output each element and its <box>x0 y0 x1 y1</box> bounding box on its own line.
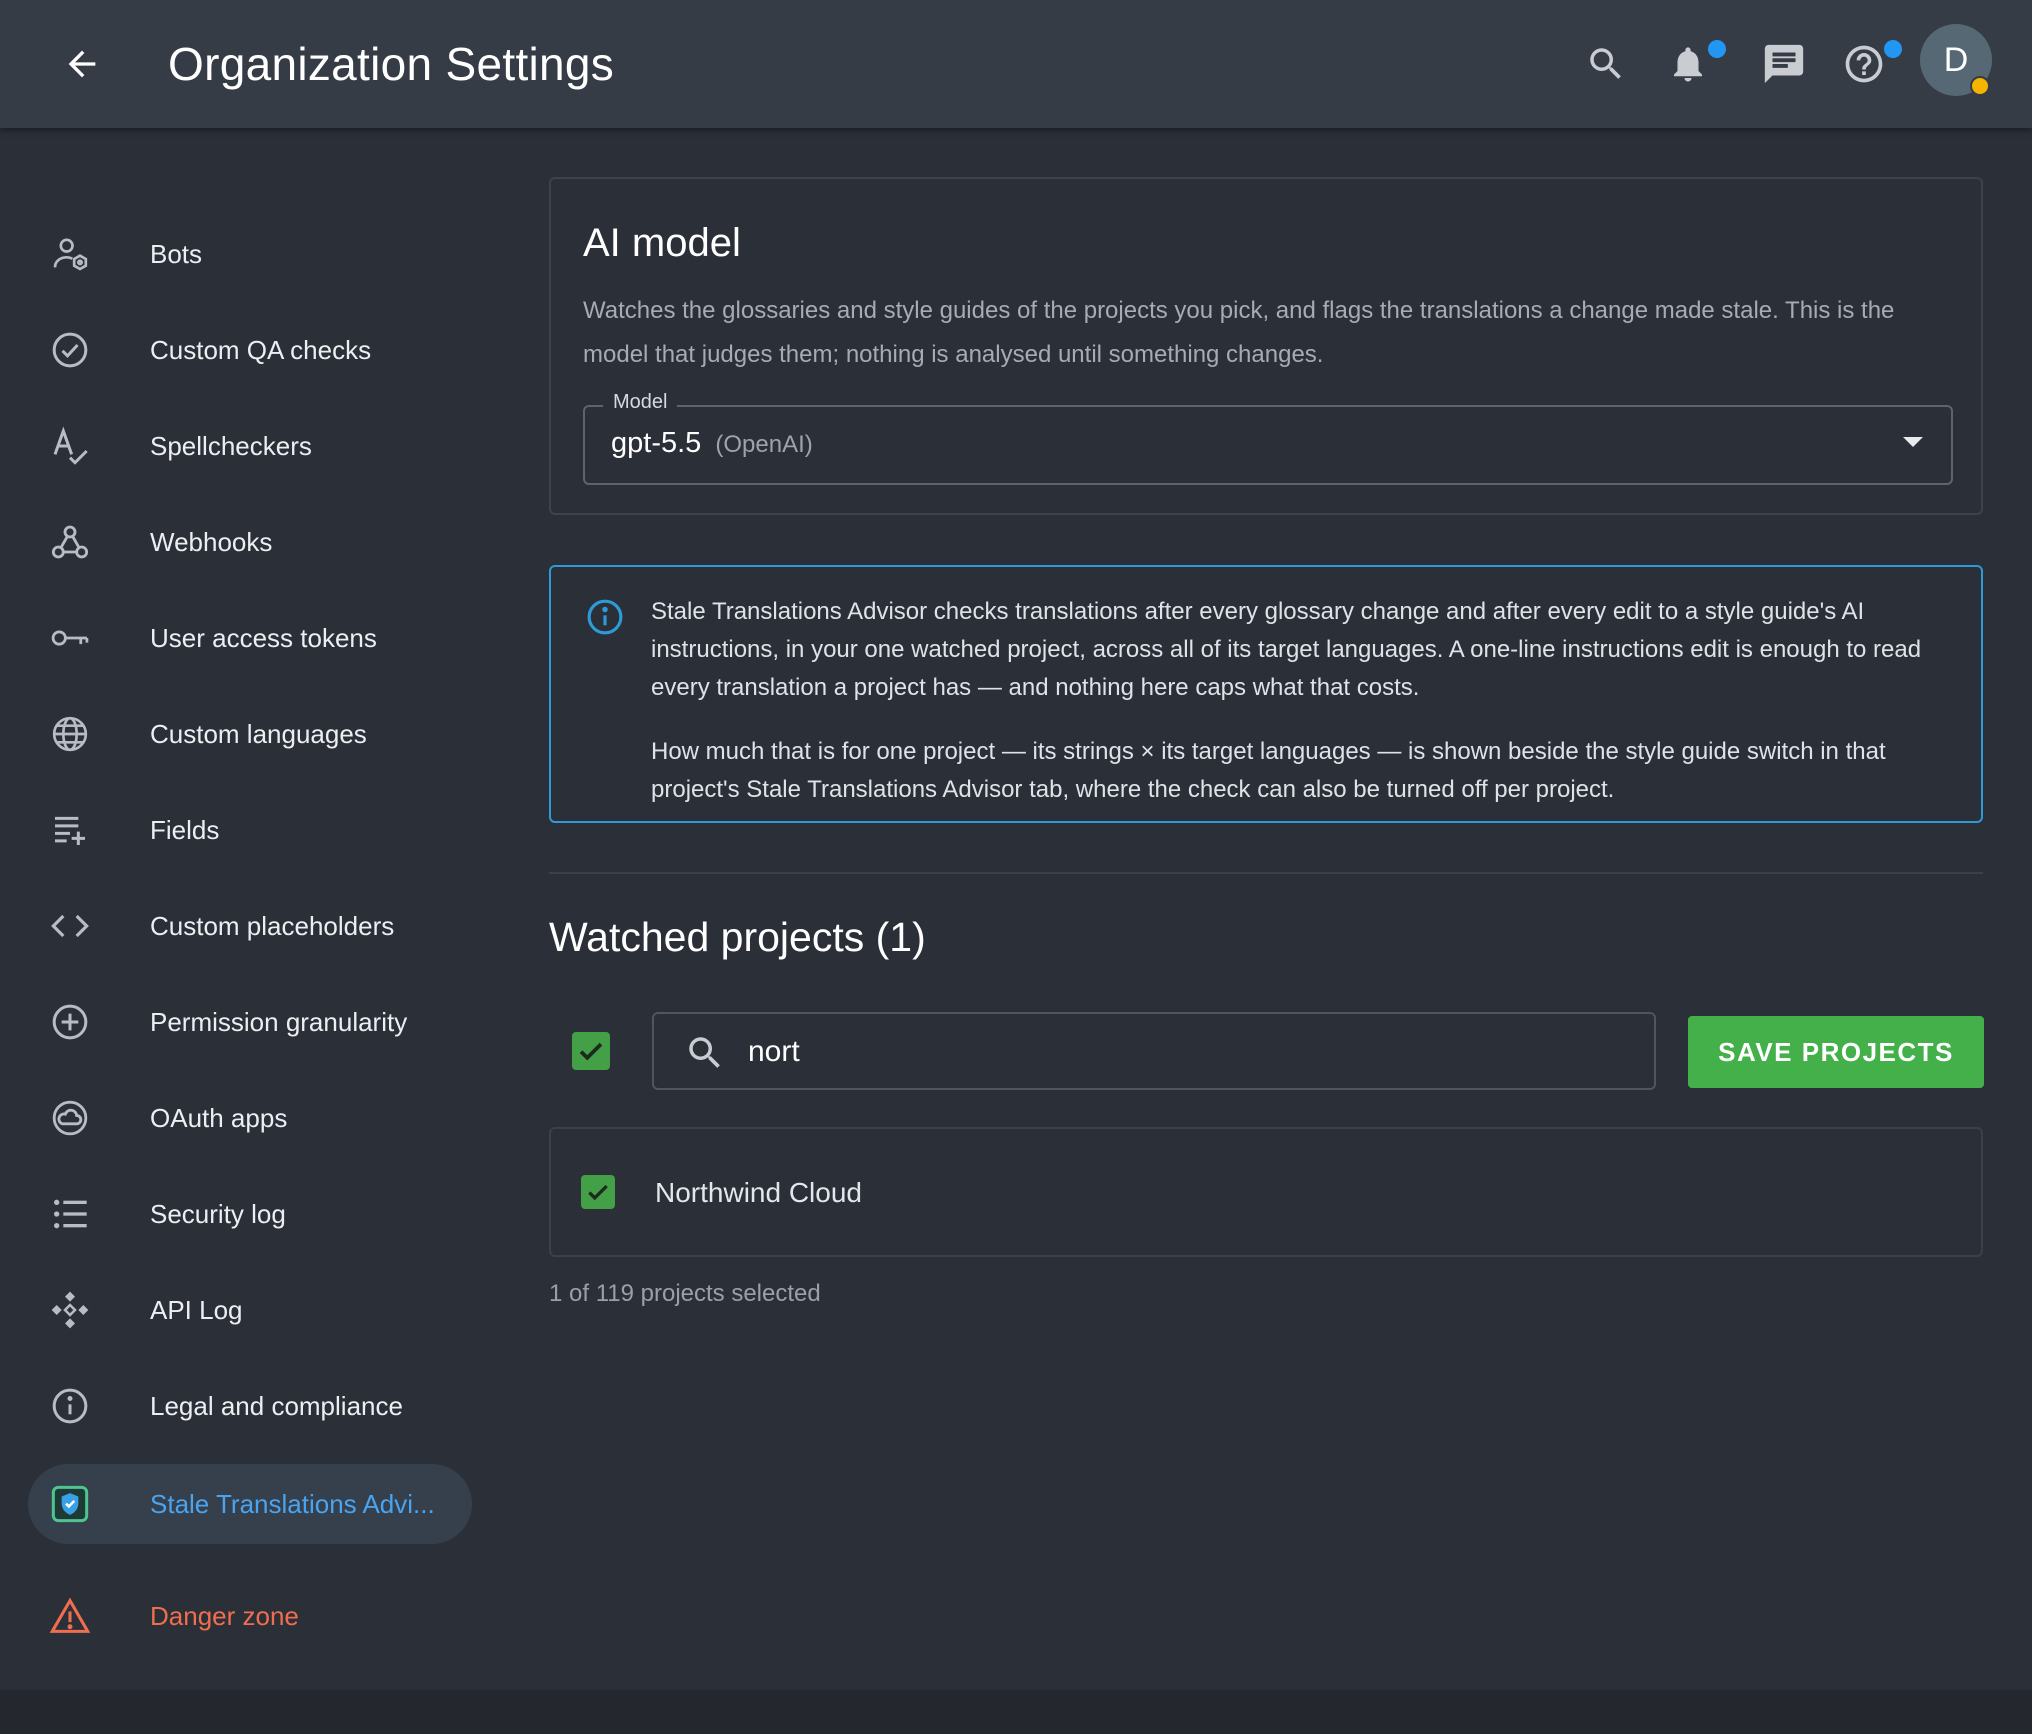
chat-icon <box>1764 44 1804 84</box>
list-icon <box>50 1194 90 1234</box>
api-icon <box>50 1290 90 1330</box>
sidebar-item-label: API Log <box>150 1294 243 1325</box>
app-header: Organization Settings D <box>0 0 2032 128</box>
bottom-bar <box>0 1690 2032 1734</box>
back-button[interactable] <box>52 34 112 94</box>
help-badge <box>1884 40 1902 58</box>
sidebar-item-label: Danger zone <box>150 1600 299 1631</box>
spellcheck-icon <box>50 426 90 466</box>
sidebar-item-label: OAuth apps <box>150 1102 288 1133</box>
webhook-icon <box>50 522 90 562</box>
sidebar-item-label: Bots <box>150 238 203 269</box>
avatar-status-dot <box>1970 76 1990 96</box>
list-item[interactable]: Northwind Cloud <box>551 1129 1981 1255</box>
sidebar-item-label: Fields <box>150 814 220 845</box>
model-name: gpt-5.5 <box>611 427 702 459</box>
warning-icon <box>50 1596 90 1636</box>
page-title: Organization Settings <box>168 38 615 90</box>
help-icon <box>1845 45 1883 83</box>
project-search-field[interactable] <box>652 1012 1656 1090</box>
notification-badge <box>1708 40 1726 58</box>
sidebar-item-oauth-apps[interactable]: OAuth apps <box>28 1078 472 1158</box>
info-paragraph-1: Stale Translations Advisor checks transl… <box>651 598 1922 701</box>
check-icon <box>588 1184 608 1201</box>
save-projects-button[interactable]: SAVE PROJECTS <box>1688 1016 1984 1088</box>
project-name: Northwind Cloud <box>655 1177 862 1208</box>
selection-count: 1 of 119 projects selected <box>549 1280 821 1307</box>
model-vendor: (OpenAI) <box>715 431 813 458</box>
chevron-down-icon <box>1903 437 1923 447</box>
model-select[interactable]: Model gpt-5.5 (OpenAI) <box>583 391 1953 485</box>
bot-icon <box>50 234 90 274</box>
messages-button[interactable] <box>1754 34 1814 94</box>
sidebar-item-label: Custom placeholders <box>150 910 395 941</box>
globe-icon <box>50 714 90 754</box>
cloud-circle-icon <box>50 1098 90 1138</box>
section-divider <box>549 872 1983 874</box>
bell-icon <box>1674 47 1702 82</box>
sidebar-item-label: Custom languages <box>150 718 367 749</box>
search-icon <box>689 1037 720 1068</box>
sidebar-item-spellcheckers[interactable]: Spellcheckers <box>28 406 472 486</box>
sidebar-item-label: Spellcheckers <box>150 430 312 461</box>
code-icon <box>50 906 90 946</box>
model-select-value: gpt-5.5 (OpenAI) <box>611 427 813 460</box>
sidebar-item-webhooks[interactable]: Webhooks <box>28 502 472 582</box>
check-icon <box>579 1042 603 1061</box>
sidebar-item-fields[interactable]: Fields <box>28 790 472 870</box>
sidebar-item-label: Webhooks <box>150 526 273 557</box>
search-icon <box>1590 48 1621 79</box>
sidebar-item-custom-qa-checks[interactable]: Custom QA checks <box>28 310 472 390</box>
sidebar-item-legal-and-compliance[interactable]: Legal and compliance <box>28 1366 472 1446</box>
info-circle-icon <box>50 1386 90 1426</box>
project-checkbox[interactable] <box>581 1175 615 1209</box>
sidebar-item-custom-languages[interactable]: Custom languages <box>28 694 472 774</box>
shield-app-icon <box>50 1484 90 1524</box>
sidebar-item-label: Custom QA checks <box>150 334 372 365</box>
project-list: Northwind Cloud <box>549 1127 1983 1257</box>
sidebar-item-api-log[interactable]: API Log <box>28 1270 472 1350</box>
info-icon <box>587 599 623 635</box>
plus-circle-icon <box>50 1002 90 1042</box>
key-icon <box>50 618 90 658</box>
sidebar-item-permission-granularity[interactable]: Permission granularity <box>28 982 472 1062</box>
ai-model-card: AI model Watches the glossaries and styl… <box>549 177 1983 515</box>
info-paragraph-2: How much that is for one project — its s… <box>651 738 1886 803</box>
project-search-input[interactable] <box>748 1028 1628 1076</box>
avatar-initial: D <box>1943 40 1969 79</box>
playlist-add-icon <box>50 810 90 850</box>
watched-projects-title: Watched projects (1) <box>549 914 926 960</box>
sidebar-item-stale-translations-advisor[interactable]: Stale Translations Advi... <box>28 1464 472 1544</box>
sidebar-item-security-log[interactable]: Security log <box>28 1174 472 1254</box>
search-button[interactable] <box>1576 34 1636 94</box>
sidebar-item-label: Legal and compliance <box>150 1390 403 1421</box>
ai-model-description: Watches the glossaries and style guides … <box>583 297 1895 368</box>
sidebar-item-bots[interactable]: Bots <box>28 214 472 294</box>
settings-sidebar: Bots Custom QA checks Spellcheckers Webh… <box>0 128 500 1690</box>
sidebar-item-danger-zone[interactable]: Danger zone <box>28 1576 472 1656</box>
sidebar-item-label: Security log <box>150 1198 286 1229</box>
sidebar-item-user-access-tokens[interactable]: User access tokens <box>28 598 472 678</box>
sidebar-item-custom-placeholders[interactable]: Custom placeholders <box>28 886 472 966</box>
model-select-label: Model <box>603 391 678 414</box>
sidebar-item-label: Permission granularity <box>150 1006 408 1037</box>
sidebar-item-label: User access tokens <box>150 622 377 653</box>
select-all-checkbox[interactable] <box>572 1032 610 1070</box>
ai-model-title: AI model <box>583 221 741 265</box>
sidebar-item-label: Stale Translations Advi... <box>150 1488 435 1519</box>
info-alert: Stale Translations Advisor checks transl… <box>549 565 1983 823</box>
arrow-left-icon <box>68 50 96 78</box>
check-circle-icon <box>50 330 90 370</box>
